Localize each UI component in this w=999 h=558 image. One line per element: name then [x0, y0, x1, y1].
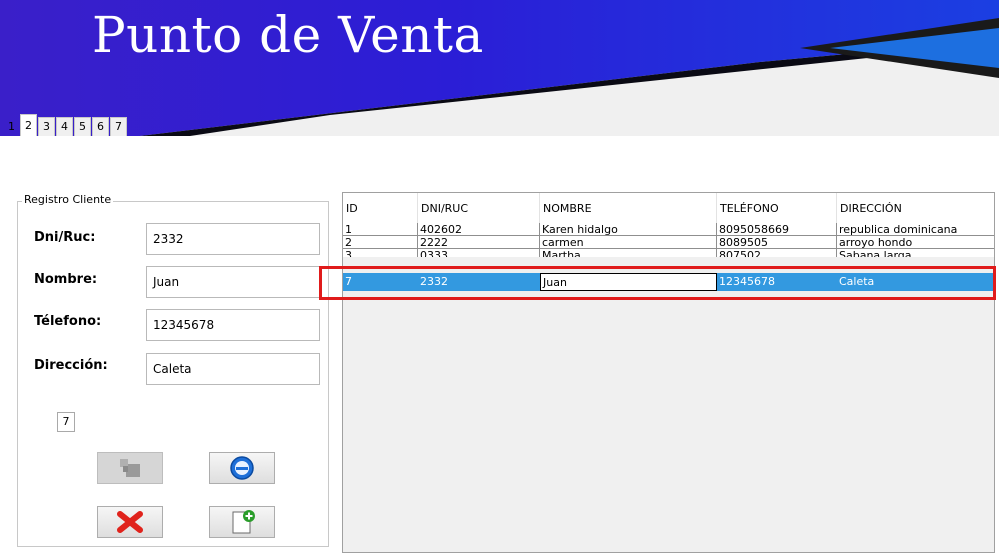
edit-user-icon	[120, 459, 140, 477]
tab-2[interactable]: 2	[20, 114, 37, 136]
cell-telefono: 807502	[717, 249, 837, 257]
edit-button[interactable]	[97, 452, 163, 484]
clientes-grid[interactable]: ID DNI/RUC NOMBRE TELÉFONO DIRECCIÓN 1 4…	[342, 192, 995, 553]
col-header-telefono[interactable]: TELÉFONO	[717, 193, 837, 223]
add-document-icon	[232, 510, 255, 534]
search-icon	[230, 456, 254, 480]
search-button[interactable]	[209, 452, 275, 484]
tab-6[interactable]: 6	[92, 117, 109, 136]
table-row[interactable]: 3 0333 Martha 807502 Sabana larga	[343, 249, 994, 257]
header-banner: Punto de Venta	[0, 0, 999, 136]
tab-4[interactable]: 4	[56, 117, 73, 136]
cell-dni: 0333	[418, 249, 540, 257]
col-header-id[interactable]: ID	[343, 193, 418, 223]
tab-3[interactable]: 3	[38, 117, 55, 136]
dni-label: Dni/Ruc:	[34, 230, 96, 245]
dni-input[interactable]: 2332	[146, 223, 320, 255]
tab-1[interactable]: 1	[4, 118, 19, 136]
col-header-direccion[interactable]: DIRECCIÓN	[837, 193, 994, 223]
tab-strip: 1 2 3 4 5 6 7	[4, 114, 128, 136]
cell-direccion: Sabana larga	[837, 249, 994, 257]
nombre-input[interactable]: Juan	[146, 266, 320, 298]
app-title: Punto de Venta	[92, 6, 484, 64]
table-row-selected[interactable]: 7 2332 Juan 12345678 Caleta	[343, 273, 994, 291]
cell-id: 7	[343, 273, 418, 291]
grid-header: ID DNI/RUC NOMBRE TELÉFONO DIRECCIÓN	[343, 193, 994, 223]
cell-nombre: carmen	[540, 236, 717, 249]
table-row[interactable]: 1 402602 Karen hidalgo 8095058669 republ…	[343, 223, 994, 236]
table-row[interactable]: 2 2222 carmen 8089505 arroyo hondo	[343, 236, 994, 249]
cell-dni: 402602	[418, 223, 540, 236]
tab-7[interactable]: 7	[110, 117, 127, 136]
cell-direccion: arroyo hondo	[837, 236, 994, 249]
group-legend: Registro Cliente	[22, 193, 114, 206]
delete-icon	[117, 511, 143, 533]
cell-telefono: 8095058669	[717, 223, 837, 236]
cell-dni: 2222	[418, 236, 540, 249]
telefono-label: Télefono:	[34, 314, 102, 329]
id-field[interactable]: 7	[57, 412, 75, 432]
direccion-input[interactable]: Caleta	[146, 353, 320, 385]
tab-5[interactable]: 5	[74, 117, 91, 136]
cell-direccion: Caleta	[837, 273, 994, 291]
add-button[interactable]	[209, 506, 275, 538]
cell-telefono: 12345678	[717, 273, 837, 291]
cell-nombre: Karen hidalgo	[540, 223, 717, 236]
cell-id: 1	[343, 223, 418, 236]
direccion-label: Dirección:	[34, 358, 108, 373]
nombre-label: Nombre:	[34, 272, 98, 287]
cell-id: 3	[343, 249, 418, 257]
col-header-dni[interactable]: DNI/RUC	[418, 193, 540, 223]
cell-telefono: 8089505	[717, 236, 837, 249]
cell-id: 2	[343, 236, 418, 249]
telefono-input[interactable]: 12345678	[146, 309, 320, 341]
cell-nombre: Martha	[540, 249, 717, 257]
cell-direccion: republica dominicana	[837, 223, 994, 236]
delete-button[interactable]	[97, 506, 163, 538]
col-header-nombre[interactable]: NOMBRE	[540, 193, 717, 223]
cell-dni: 2332	[418, 273, 540, 291]
cell-nombre-editing[interactable]: Juan	[540, 273, 717, 291]
